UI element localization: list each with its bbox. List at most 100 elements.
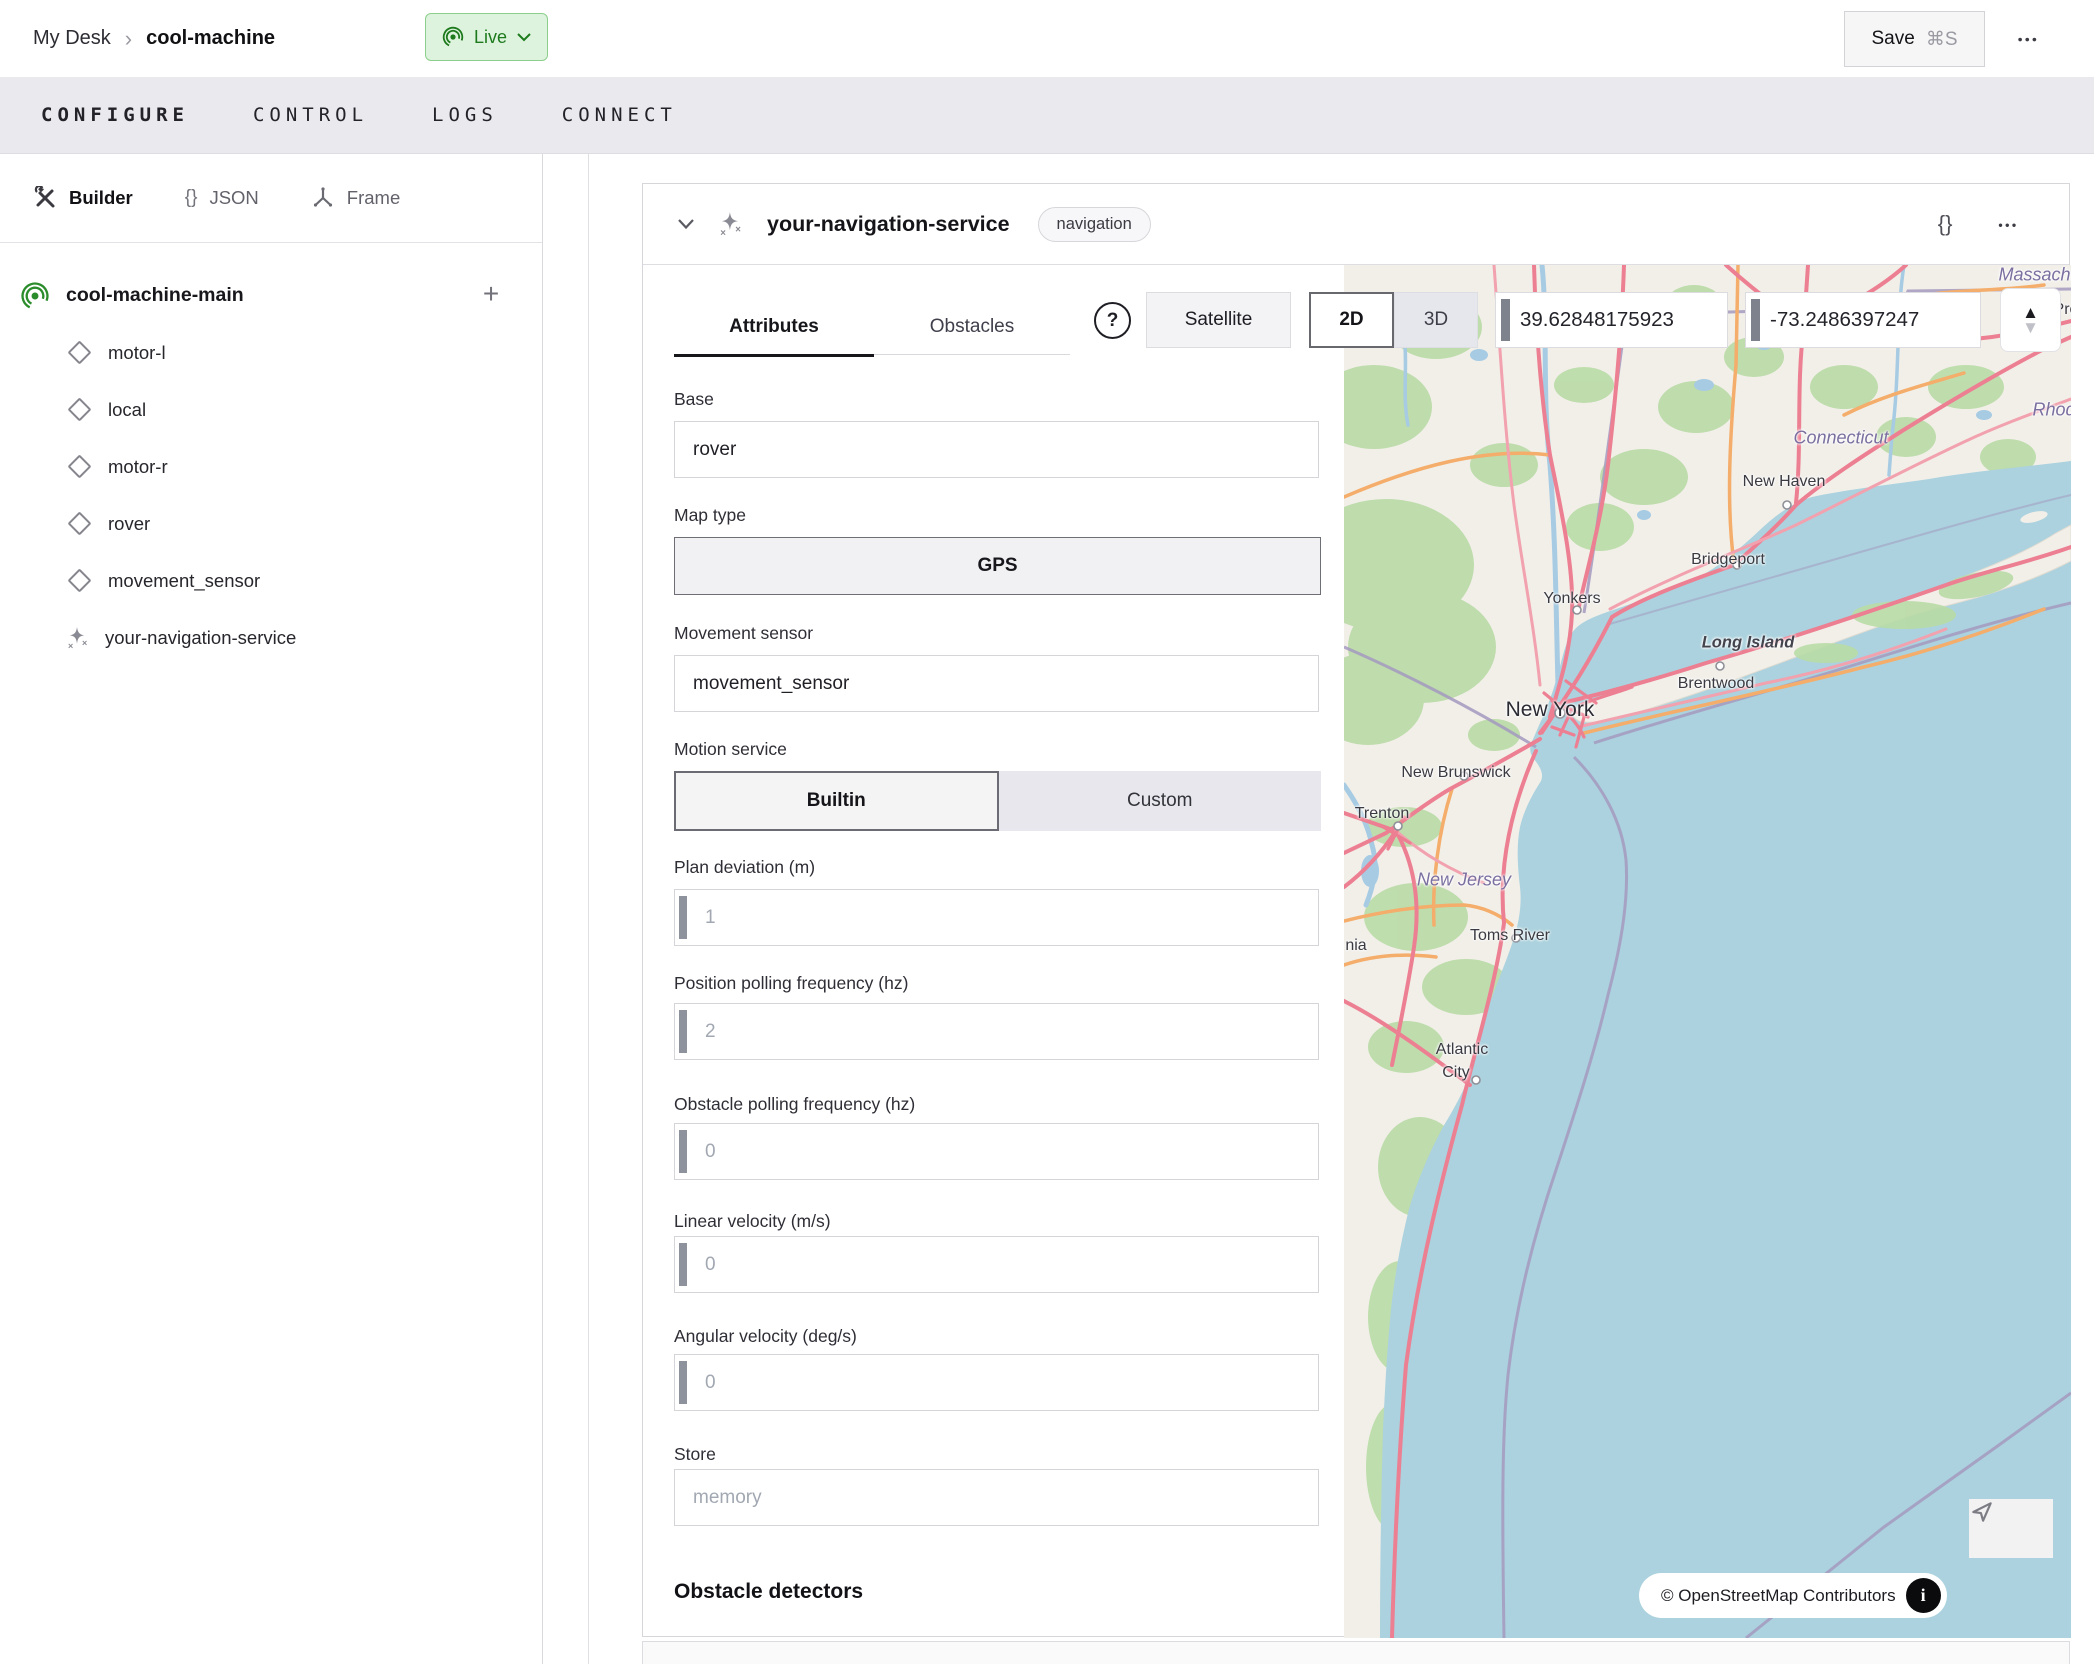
map-attribution: © OpenStreetMap Contributors i <box>1639 1573 1947 1618</box>
base-label: Base <box>674 389 714 410</box>
help-button[interactable]: ? <box>1094 302 1131 339</box>
save-shortcut: ⌘S <box>1926 28 1958 51</box>
tab-connect[interactable]: CONNECT <box>562 104 677 126</box>
tab-attributes[interactable]: Attributes <box>674 300 874 357</box>
motion-builtin-option[interactable]: Builtin <box>674 771 999 831</box>
json-view-icon[interactable]: {} <box>1938 211 1953 237</box>
longitude-input[interactable] <box>1770 293 1974 347</box>
drag-handle[interactable] <box>679 1243 687 1286</box>
drag-handle[interactable] <box>679 1361 687 1404</box>
satellite-toggle-button[interactable]: Satellite <box>1146 292 1291 348</box>
drag-handle[interactable] <box>679 1010 687 1053</box>
panel-divider <box>588 154 589 1664</box>
top-bar: My Desk › cool-machine Live Save ⌘S ●●● <box>0 0 2094 77</box>
tab-configure[interactable]: CONFIGURE <box>41 104 189 126</box>
tree-item-rover[interactable]: rover <box>0 495 542 552</box>
card-header: × × your-navigation-service navigation {… <box>643 184 2069 265</box>
add-component-button[interactable]: + <box>476 279 506 309</box>
base-input[interactable] <box>675 422 1318 477</box>
breadcrumb: My Desk › cool-machine <box>33 0 275 77</box>
store-input[interactable] <box>675 1470 1318 1525</box>
linear-velocity-input[interactable] <box>675 1237 1318 1292</box>
svg-text:×: × <box>735 225 741 236</box>
broadcast-icon <box>442 26 464 48</box>
mode-builder[interactable]: Builder <box>33 186 133 210</box>
map-type-label: Map type <box>674 505 746 526</box>
breadcrumb-chevron-icon: › <box>125 26 132 52</box>
ellipsis-icon: ●●● <box>1999 219 2019 228</box>
step-down-icon[interactable]: ▼ <box>2022 320 2039 335</box>
breadcrumb-root-link[interactable]: My Desk <box>33 27 111 50</box>
save-button[interactable]: Save ⌘S <box>1844 11 1985 67</box>
angular-velocity-input[interactable] <box>675 1355 1318 1410</box>
plan-deviation-input[interactable] <box>675 890 1318 945</box>
longitude-input-wrap <box>1745 292 1981 348</box>
component-tree: cool-machine-main + motor-l local motor-… <box>0 243 542 666</box>
component-icon <box>67 454 91 478</box>
map-3d-button[interactable]: 3D <box>1394 292 1478 348</box>
drag-handle[interactable] <box>1751 299 1760 341</box>
map-type-gps-button[interactable]: GPS <box>674 537 1321 595</box>
collapse-chevron-icon[interactable] <box>677 218 695 230</box>
live-status-dropdown[interactable]: Live <box>425 13 548 61</box>
tab-obstacles[interactable]: Obstacles <box>874 300 1070 355</box>
tree-item-movement-sensor[interactable]: movement_sensor <box>0 552 542 609</box>
app-window: My Desk › cool-machine Live Save ⌘S ●●● … <box>0 0 2094 1664</box>
service-sparkle-icon: × × <box>717 210 745 238</box>
overflow-menu-button[interactable]: ●●● <box>2002 22 2054 56</box>
plan-deviation-field <box>674 889 1319 946</box>
info-icon[interactable]: i <box>1906 1578 1941 1613</box>
latitude-input[interactable] <box>1520 293 1721 347</box>
tree-root-machine-part[interactable]: cool-machine-main + <box>0 267 542 324</box>
tree-item-motor-l[interactable]: motor-l <box>0 324 542 381</box>
drag-handle[interactable] <box>679 896 687 939</box>
tools-icon <box>33 186 57 210</box>
movement-sensor-field <box>674 655 1319 712</box>
base-field <box>674 421 1319 478</box>
card-tabs: Attributes Obstacles <box>674 300 1070 357</box>
plan-deviation-label: Plan deviation (m) <box>674 857 815 878</box>
recenter-button[interactable] <box>1969 1499 2053 1558</box>
tree-item-local[interactable]: local <box>0 381 542 438</box>
movement-sensor-input[interactable] <box>675 656 1318 711</box>
position-polling-field <box>674 1003 1319 1060</box>
angular-velocity-field <box>674 1354 1319 1411</box>
linear-velocity-label: Linear velocity (m/s) <box>674 1211 831 1232</box>
navigation-service-card: × × your-navigation-service navigation {… <box>642 183 2070 1637</box>
component-icon <box>67 340 91 364</box>
tab-logs[interactable]: LOGS <box>432 104 498 126</box>
map-canvas <box>1344 265 2071 1638</box>
svg-text:×: × <box>720 228 726 238</box>
zoom-stepper[interactable]: ▲ ▼ <box>2000 288 2061 352</box>
map-2d-button[interactable]: 2D <box>1309 292 1394 348</box>
linear-velocity-field <box>674 1236 1319 1293</box>
svg-text:×: × <box>68 641 73 651</box>
card-menu-button[interactable]: ●●● <box>1992 217 2025 232</box>
obstacle-polling-field <box>674 1123 1319 1180</box>
card-header-actions: {} ●●● <box>1938 211 2025 237</box>
motion-custom-option[interactable]: Custom <box>999 771 1322 831</box>
navigation-map[interactable]: Massachus Pro Rhod Connecticut New Haven… <box>1344 265 2071 1638</box>
component-icon <box>67 511 91 535</box>
braces-icon: {} <box>185 187 198 209</box>
tree-item-navigation-service[interactable]: × × your-navigation-service <box>0 609 542 666</box>
ellipsis-icon: ●●● <box>2017 34 2038 44</box>
tree-item-motor-r[interactable]: motor-r <box>0 438 542 495</box>
position-polling-input[interactable] <box>675 1004 1318 1059</box>
mode-frame[interactable]: Frame <box>311 186 400 210</box>
obstacle-polling-input[interactable] <box>675 1124 1318 1179</box>
live-label: Live <box>474 27 507 48</box>
obstacle-polling-label: Obstacle polling frequency (hz) <box>674 1094 915 1115</box>
position-polling-label: Position polling frequency (hz) <box>674 973 908 994</box>
drag-handle[interactable] <box>679 1130 687 1173</box>
next-card-peek[interactable] <box>642 1641 2070 1664</box>
motion-service-segmented: Builtin Custom <box>674 771 1321 831</box>
drag-handle[interactable] <box>1501 299 1510 341</box>
store-field <box>674 1469 1319 1526</box>
obstacle-detectors-heading: Obstacle detectors <box>674 1580 863 1604</box>
movement-sensor-label: Movement sensor <box>674 623 813 644</box>
mode-json[interactable]: {} JSON <box>185 187 259 209</box>
navigate-arrow-icon <box>1969 1499 1995 1525</box>
tab-control[interactable]: CONTROL <box>253 104 368 126</box>
svg-text:×: × <box>82 638 87 648</box>
